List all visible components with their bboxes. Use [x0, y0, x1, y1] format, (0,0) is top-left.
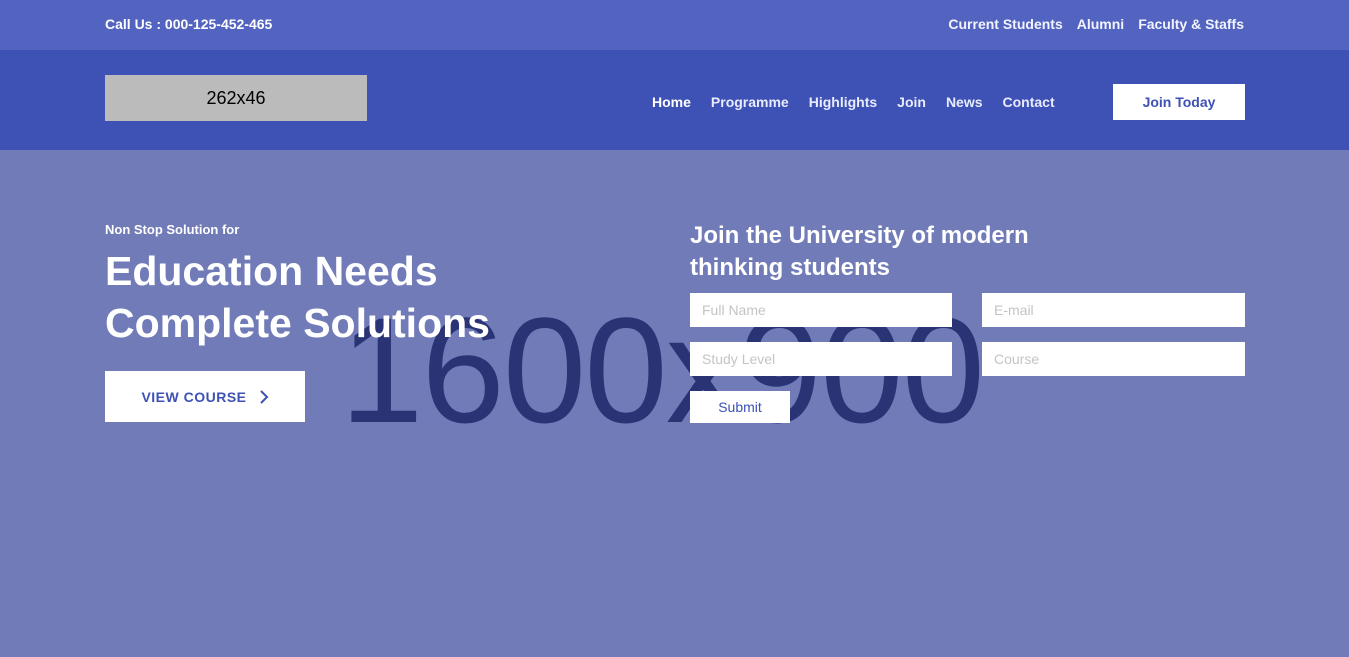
- course-field[interactable]: [982, 342, 1245, 376]
- join-today-button[interactable]: Join Today: [1113, 84, 1245, 120]
- menu-item-programme[interactable]: Programme: [711, 94, 789, 110]
- top-bar: Call Us : 000-125-452-465 Current Studen…: [0, 0, 1349, 50]
- hero-intro: Non Stop Solution for Education Needs Co…: [105, 222, 525, 422]
- email-field[interactable]: [982, 293, 1245, 327]
- menu-item-news[interactable]: News: [946, 94, 983, 110]
- top-links: Current Students Alumni Faculty & Staffs: [948, 16, 1244, 32]
- call-us-text: Call Us : 000-125-452-465: [105, 16, 273, 32]
- menu-item-highlights[interactable]: Highlights: [809, 94, 877, 110]
- view-course-button[interactable]: VIEW COURSE: [105, 371, 305, 422]
- link-faculty-staffs[interactable]: Faculty & Staffs: [1138, 16, 1244, 32]
- hero-headline: Education Needs Complete Solutions: [105, 248, 490, 346]
- hero-section: 1600x900 Non Stop Solution for Education…: [0, 150, 1349, 657]
- main-menu: Home Programme Highlights Join News Cont…: [652, 94, 1055, 110]
- submit-button[interactable]: Submit: [690, 391, 790, 423]
- menu-item-home[interactable]: Home: [652, 94, 691, 110]
- view-course-label: VIEW COURSE: [141, 388, 247, 405]
- link-current-students[interactable]: Current Students: [948, 16, 1062, 32]
- link-alumni[interactable]: Alumni: [1077, 16, 1124, 32]
- form-title: Join the University of modern thinking s…: [690, 222, 1029, 281]
- menu-item-contact[interactable]: Contact: [1003, 94, 1055, 110]
- logo[interactable]: 262x46: [105, 75, 367, 121]
- study-level-field[interactable]: [690, 342, 952, 376]
- chevron-right-icon: [259, 389, 268, 404]
- hero-eyebrow: Non Stop Solution for: [105, 222, 240, 237]
- full-name-field[interactable]: [690, 293, 952, 327]
- main-navbar: 262x46 Home Programme Highlights Join Ne…: [0, 50, 1349, 150]
- menu-item-join[interactable]: Join: [897, 94, 926, 110]
